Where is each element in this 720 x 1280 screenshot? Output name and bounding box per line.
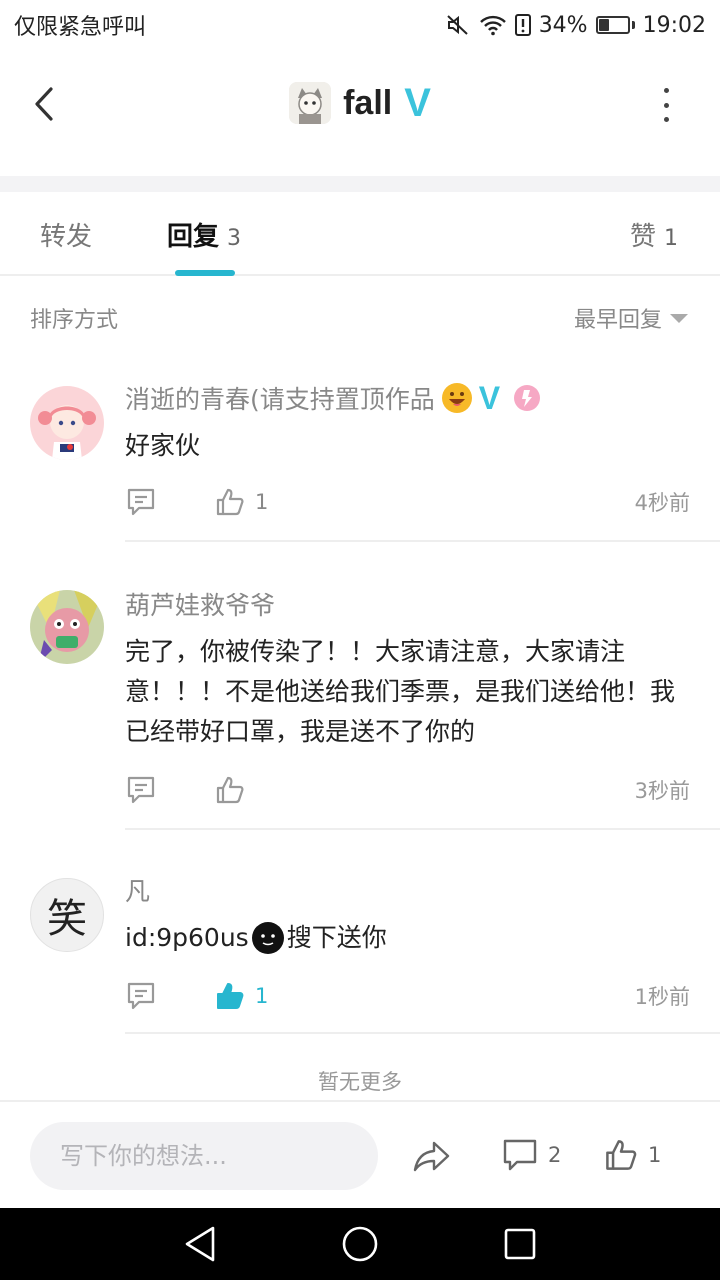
reply-button[interactable]	[125, 487, 215, 517]
comment-text: 好家伙	[125, 431, 201, 460]
status-bar: 仅限紧急呼叫 34% 19:02	[0, 0, 720, 50]
comments-button[interactable]: 2	[502, 1138, 561, 1172]
triangle-back-icon	[185, 1226, 215, 1262]
avatar-character: 笑	[47, 896, 87, 942]
comment-body: 消逝的青春(请支持置顶作品 V 好家伙	[125, 380, 690, 466]
comment-author[interactable]: 凡	[125, 872, 690, 908]
smile-emoji-icon	[441, 383, 472, 413]
divider	[125, 1032, 720, 1034]
face-emoji-icon	[251, 922, 284, 954]
verified-v-icon: V	[404, 81, 431, 125]
tab-count: 3	[227, 226, 242, 251]
comment-bubble-icon	[503, 1139, 537, 1171]
battery-icon	[595, 16, 635, 34]
comment-author[interactable]: 葫芦娃救爷爷	[125, 586, 690, 622]
comments-count: 2	[548, 1143, 562, 1167]
battery-percent: 34%	[538, 12, 588, 38]
thumbs-up-icon	[216, 488, 244, 516]
active-tab-indicator	[175, 270, 235, 276]
tab-label: 回复	[167, 222, 220, 252]
tab-count: 1	[664, 226, 679, 251]
back-button[interactable]	[26, 84, 62, 124]
tab-label: 赞	[630, 222, 657, 252]
nav-recents-button[interactable]	[490, 1214, 550, 1274]
avatar[interactable]	[30, 386, 104, 460]
like-post-button[interactable]: 1	[604, 1138, 661, 1172]
square-recents-icon	[504, 1228, 536, 1260]
like-button[interactable]	[215, 775, 245, 805]
share-arrow-icon	[413, 1141, 450, 1172]
thumbs-up-icon	[216, 776, 244, 804]
avatar[interactable]	[30, 590, 104, 664]
tab-likes[interactable]: 赞 1	[630, 216, 678, 253]
reply-button[interactable]	[125, 775, 215, 805]
no-more-text: 暂无更多	[318, 1070, 402, 1094]
comment-author[interactable]: 消逝的青春(请支持置顶作品 V	[125, 380, 690, 416]
section-divider	[0, 176, 720, 192]
comment-actions: 1 1秒前	[125, 976, 690, 1016]
comment-actions: 3秒前	[125, 770, 690, 810]
nav-home-button[interactable]	[330, 1214, 390, 1274]
comment-timestamp: 1秒前	[634, 985, 690, 1009]
comment-timestamp: 4秒前	[634, 491, 690, 515]
verified-v-icon: V	[478, 380, 501, 416]
back-arrow-icon	[35, 87, 53, 121]
post-author-title[interactable]: fall V	[289, 82, 431, 124]
caret-down-icon	[670, 313, 688, 323]
like-count: 1	[255, 490, 269, 514]
like-button[interactable]: 1	[215, 487, 268, 517]
likes-count: 1	[648, 1143, 662, 1167]
comment-bubble-icon	[127, 776, 155, 804]
comment-author-name: 消逝的青春(请支持置顶作品	[125, 385, 435, 414]
sort-row: 排序方式 最早回复	[0, 278, 720, 358]
comment-text: 完了，你被传染了！！大家请注意，大家请注意！！！不是他送给我们季票，是我们送给他…	[125, 637, 676, 746]
comment-author-name: 凡	[125, 877, 151, 906]
sort-dropdown[interactable]: 最早回复	[574, 302, 688, 334]
avatar[interactable]: 笑	[30, 878, 104, 952]
divider	[125, 828, 720, 830]
sim-alert-icon	[514, 14, 531, 36]
thumbs-up-filled-icon	[217, 983, 244, 1009]
comment-text: id:9p60us 搜下送你	[125, 918, 690, 958]
comment-bubble-icon	[127, 488, 155, 516]
divider	[125, 540, 720, 542]
title-avatar	[289, 82, 332, 124]
circle-home-icon	[342, 1226, 378, 1262]
comment-input[interactable]	[30, 1122, 378, 1190]
bottom-action-bar: 2 1	[0, 1100, 720, 1208]
page-title: fall	[343, 83, 393, 122]
sort-label: 排序方式	[30, 308, 119, 333]
post-header: fall V	[0, 50, 720, 176]
comment-body: 葫芦娃救爷爷 完了，你被传染了！！大家请注意，大家请注意！！！不是他送给我们季票…	[125, 586, 690, 752]
clock: 19:02	[642, 12, 706, 38]
share-button[interactable]	[412, 1138, 452, 1174]
comment-text-prefix: id:9p60us	[125, 923, 249, 952]
tab-label: 转发	[40, 222, 93, 252]
reply-button[interactable]	[125, 981, 215, 1011]
sort-selected-value: 最早回复	[573, 308, 662, 333]
thumbs-up-icon	[606, 1140, 637, 1170]
system-nav-bar	[0, 1208, 720, 1280]
status-icons: 34% 19:02	[445, 13, 706, 38]
tab-bar: 转发 回复 3 赞 1	[0, 192, 720, 276]
tab-reposts[interactable]: 转发	[40, 216, 92, 253]
tab-replies[interactable]: 回复 3	[167, 216, 241, 253]
comment-body: 凡 id:9p60us 搜下送你	[125, 872, 690, 958]
comment-actions: 1 4秒前	[125, 482, 690, 522]
comment-text-suffix: 搜下送你	[286, 923, 387, 952]
comment-timestamp: 3秒前	[634, 779, 690, 803]
more-vertical-icon	[663, 88, 669, 93]
wifi-icon	[479, 14, 507, 36]
nav-back-button[interactable]	[170, 1214, 230, 1274]
more-options-button[interactable]	[656, 88, 676, 122]
like-button[interactable]: 1	[215, 981, 268, 1011]
carrier-status-text: 仅限紧急呼叫	[14, 15, 147, 40]
comment-author-name: 葫芦娃救爷爷	[125, 591, 276, 620]
like-count: 1	[255, 984, 269, 1008]
mute-icon	[445, 13, 471, 37]
pink-badge-icon	[514, 385, 541, 411]
comment-bubble-icon	[127, 982, 155, 1010]
